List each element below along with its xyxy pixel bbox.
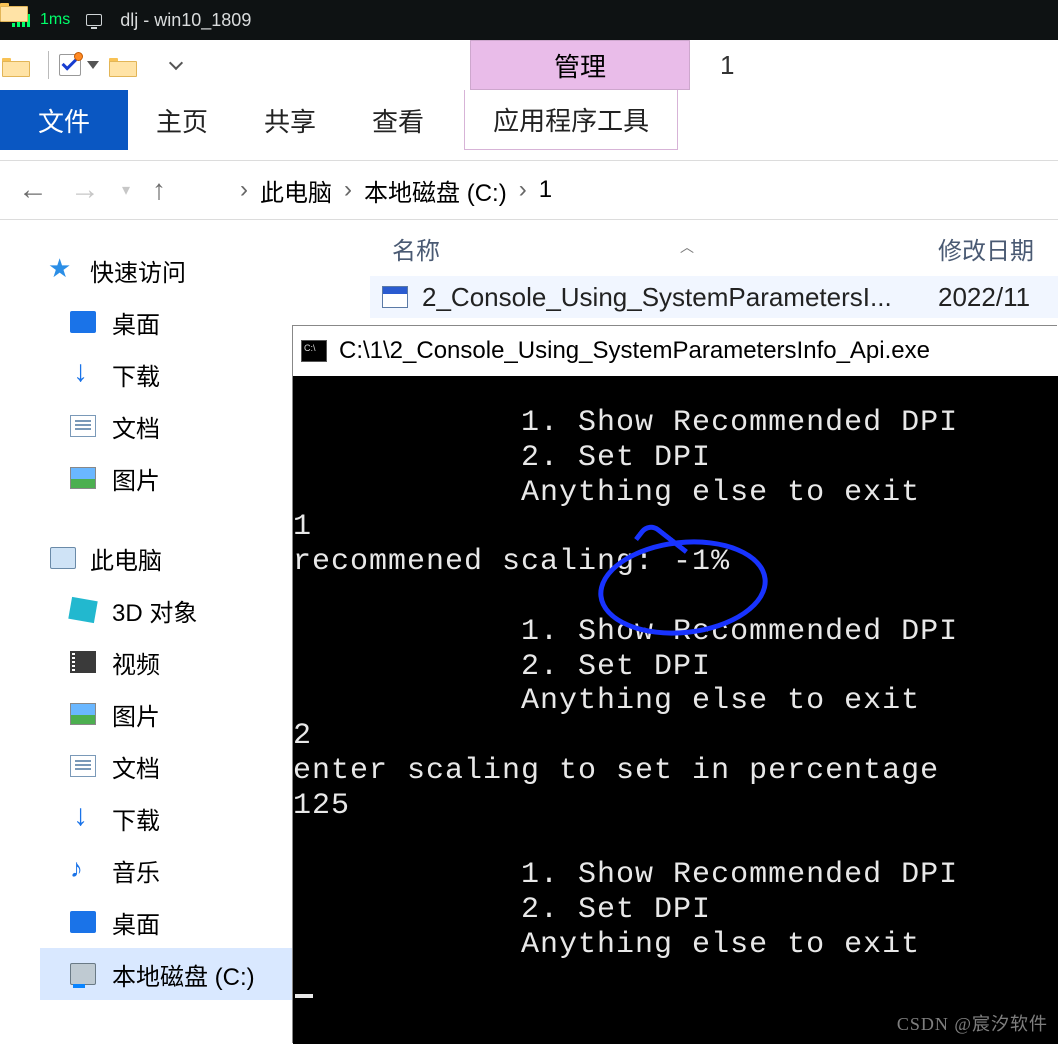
sidebar-group-quick-access[interactable]: 快速访问 bbox=[40, 244, 370, 296]
dl-icon bbox=[70, 807, 96, 829]
chevron-right-icon[interactable]: › bbox=[240, 176, 248, 204]
sidebar-item-label: 图片 bbox=[112, 461, 160, 496]
sidebar-item-label: 下载 bbox=[112, 801, 160, 836]
console-title-text: C:\1\2_Console_Using_SystemParametersInf… bbox=[339, 337, 930, 365]
qat-dropdown-icon[interactable] bbox=[169, 56, 183, 70]
separator bbox=[48, 51, 49, 79]
window-title: 1 bbox=[720, 40, 734, 90]
new-folder-icon[interactable] bbox=[109, 55, 135, 75]
history-dropdown-icon[interactable]: ▾ bbox=[122, 180, 130, 200]
console-window[interactable]: C:\1\2_Console_Using_SystemParametersInf… bbox=[293, 326, 1058, 1044]
exe-icon bbox=[382, 286, 408, 308]
sidebar-item-label: 图片 bbox=[112, 697, 160, 732]
sidebar-item-label: 桌面 bbox=[112, 905, 160, 940]
back-button[interactable]: ← bbox=[18, 173, 48, 207]
file-date: 2022/11 bbox=[938, 282, 1058, 313]
sidebar-item-label: 下载 bbox=[112, 357, 160, 392]
pic-icon bbox=[70, 703, 96, 725]
console-output[interactable]: 1. Show Recommended DPI 2. Set DPI Anyth… bbox=[293, 376, 1058, 998]
tab-home[interactable]: 主页 bbox=[128, 90, 236, 150]
doc-icon bbox=[70, 415, 96, 437]
file-name: 2_Console_Using_SystemParametersI... bbox=[422, 282, 924, 313]
column-header-date[interactable]: 修改日期 bbox=[938, 231, 1058, 266]
chevron-down-icon[interactable] bbox=[87, 61, 99, 69]
desktop-icon bbox=[70, 911, 96, 933]
sidebar-label-this-pc: 此电脑 bbox=[90, 541, 162, 576]
ribbon-context-group: 管理 bbox=[470, 40, 690, 90]
breadcrumb[interactable]: › 此电脑 › 本地磁盘 (C:) › 1 bbox=[188, 173, 1040, 208]
sidebar-label-quick-access: 快速访问 bbox=[90, 253, 186, 288]
desktop-icon bbox=[70, 311, 96, 333]
folder-icon[interactable] bbox=[2, 55, 28, 75]
drive-icon bbox=[70, 963, 96, 985]
sidebar-item-label: 桌面 bbox=[112, 305, 160, 340]
pic-icon bbox=[70, 467, 96, 489]
column-header-name[interactable]: 名称 ︿ bbox=[370, 231, 938, 266]
music-icon bbox=[70, 859, 96, 881]
folder-icon bbox=[198, 178, 228, 202]
tab-file[interactable]: 文件 bbox=[0, 90, 128, 150]
latency-label: 1ms bbox=[40, 11, 70, 29]
watermark: CSDN @宸汐软件 bbox=[897, 1010, 1048, 1036]
sidebar-item-label: 视频 bbox=[112, 645, 160, 680]
ribbon-tabs: 文件 主页 共享 查看 应用程序工具 bbox=[0, 90, 1058, 150]
nav-row: ← → ▾ ↑ › 此电脑 › 本地磁盘 (C:) › 1 bbox=[0, 160, 1058, 220]
sort-asc-icon: ︿ bbox=[680, 237, 694, 257]
sidebar-item-label: 音乐 bbox=[112, 853, 160, 888]
sidebar-item-label: 本地磁盘 (C:) bbox=[112, 957, 255, 992]
remote-title: dlj - win10_1809 bbox=[120, 10, 251, 31]
vid-icon bbox=[70, 651, 96, 673]
cmd-icon bbox=[301, 340, 327, 362]
tab-app-tools[interactable]: 应用程序工具 bbox=[464, 90, 678, 150]
star-icon bbox=[50, 259, 76, 281]
column-header-name-label: 名称 bbox=[392, 238, 440, 265]
tab-view[interactable]: 查看 bbox=[344, 90, 452, 150]
sidebar-item-label: 3D 对象 bbox=[112, 593, 197, 628]
forward-button[interactable]: → bbox=[70, 173, 100, 207]
monitor-icon bbox=[86, 14, 102, 26]
chevron-right-icon[interactable]: › bbox=[519, 176, 527, 204]
crumb-this-pc[interactable]: 此电脑 bbox=[260, 173, 332, 208]
sidebar-item-label: 文档 bbox=[112, 409, 160, 444]
chevron-right-icon[interactable]: › bbox=[344, 176, 352, 204]
pc-icon bbox=[50, 547, 76, 569]
cube-icon bbox=[68, 597, 97, 623]
crumb-drive-c[interactable]: 本地磁盘 (C:) bbox=[364, 173, 507, 208]
crumb-folder-1[interactable]: 1 bbox=[539, 176, 552, 204]
tab-share[interactable]: 共享 bbox=[236, 90, 344, 150]
file-row[interactable]: 2_Console_Using_SystemParametersI... 202… bbox=[370, 276, 1058, 318]
sidebar-item-label: 文档 bbox=[112, 749, 160, 784]
column-headers: 名称 ︿ 修改日期 bbox=[370, 220, 1058, 276]
remote-session-bar: 1ms dlj - win10_1809 bbox=[0, 0, 1058, 40]
dl-icon bbox=[70, 363, 96, 385]
doc-icon bbox=[70, 755, 96, 777]
properties-icon[interactable] bbox=[59, 54, 81, 76]
console-titlebar[interactable]: C:\1\2_Console_Using_SystemParametersInf… bbox=[293, 326, 1058, 376]
up-button[interactable]: ↑ bbox=[152, 174, 166, 206]
